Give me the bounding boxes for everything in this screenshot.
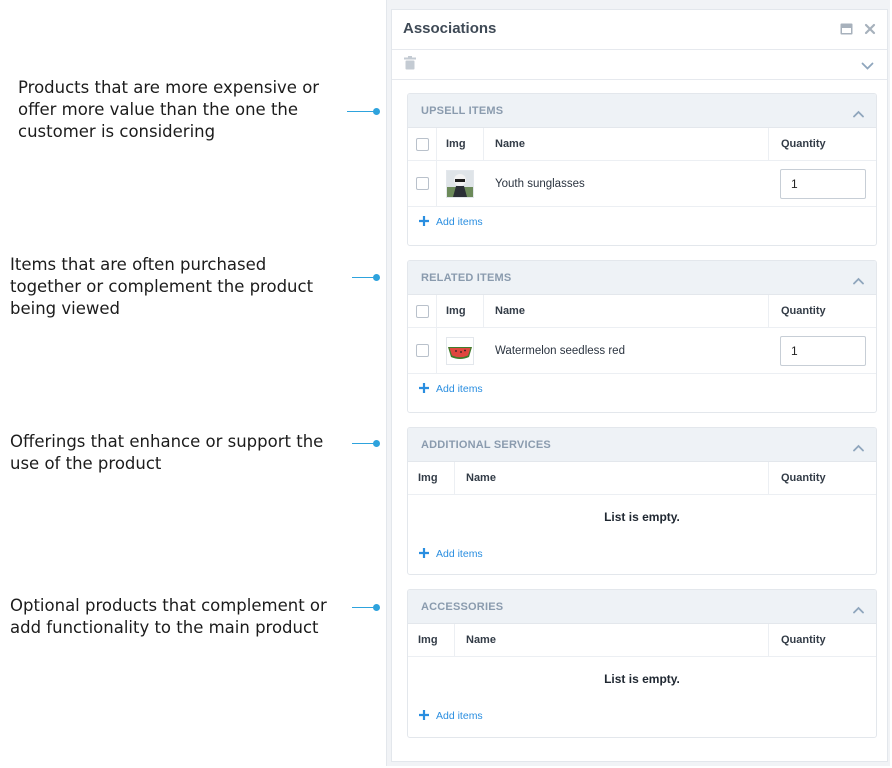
column-header-quantity: Quantity: [781, 138, 826, 150]
product-name[interactable]: Youth sunglasses: [495, 161, 585, 206]
section-header[interactable]: ADDITIONAL SERVICES: [408, 428, 876, 462]
quantity-input[interactable]: [780, 335, 866, 366]
sunglasses-thumbnail[interactable]: [446, 169, 474, 198]
leader-dot: [373, 604, 380, 611]
section-accessories: ACCESSORIES Img Name Quantity List is em…: [407, 589, 877, 738]
row-checkbox[interactable]: [416, 344, 429, 357]
associations-panel: Associations UPSELL ITEMS Img Name Quant…: [386, 0, 890, 766]
quantity-input[interactable]: [780, 168, 866, 199]
section-header[interactable]: RELATED ITEMS: [408, 261, 876, 295]
section-title: RELATED ITEMS: [421, 272, 512, 284]
section-title: ADDITIONAL SERVICES: [421, 439, 551, 451]
leader-dot: [373, 440, 380, 447]
leader-line-additional-services: [352, 440, 380, 447]
table-row: Watermelon seedless red: [408, 328, 876, 374]
table-header-row: Img Name Quantity: [408, 624, 876, 657]
add-items-link[interactable]: Add items: [408, 207, 876, 237]
plus-icon: [418, 382, 430, 397]
annotation-additional-services: Offerings that enhance or support the us…: [10, 432, 324, 473]
select-all-checkbox[interactable]: [416, 304, 429, 318]
annotation-related: Items that are often purchased together …: [10, 255, 314, 318]
chevron-up-icon[interactable]: [853, 601, 864, 619]
table-header-row: Img Name Quantity: [408, 295, 876, 328]
leader-line-related: [352, 274, 380, 281]
column-header-name: Name: [495, 138, 525, 150]
panel-header: Associations: [392, 10, 887, 50]
watermelon-thumbnail[interactable]: [446, 336, 474, 365]
plus-icon: [418, 215, 430, 230]
section-header[interactable]: UPSELL ITEMS: [408, 94, 876, 128]
table-row: Youth sunglasses: [408, 161, 876, 207]
trash-icon[interactable]: [404, 56, 416, 75]
panel-toolbar: [392, 50, 887, 80]
add-items-label: Add items: [436, 710, 483, 722]
panel-title: Associations: [403, 20, 497, 37]
add-items-link[interactable]: Add items: [408, 374, 876, 404]
section-additional-services: ADDITIONAL SERVICES Img Name Quantity Li…: [407, 427, 877, 575]
section-title: ACCESSORIES: [421, 601, 504, 613]
section-related-items: RELATED ITEMS Img Name Quantity Watermel…: [407, 260, 877, 413]
column-header-img: Img: [418, 472, 438, 484]
column-header-img: Img: [446, 305, 466, 317]
minimize-icon[interactable]: [840, 22, 853, 40]
chevron-up-icon[interactable]: [853, 439, 864, 457]
column-header-name: Name: [495, 305, 525, 317]
add-items-link[interactable]: Add items: [408, 539, 876, 569]
empty-list-message: List is empty.: [604, 672, 680, 686]
column-header-quantity: Quantity: [781, 634, 826, 646]
leader-line-accessories: [352, 604, 380, 611]
empty-list-message: List is empty.: [604, 510, 680, 524]
product-name[interactable]: Watermelon seedless red: [495, 328, 625, 373]
column-header-name: Name: [466, 472, 496, 484]
add-items-label: Add items: [436, 383, 483, 395]
annotation-upsell: Products that are more expensive or offe…: [18, 78, 320, 141]
close-icon[interactable]: [864, 22, 876, 40]
add-items-label: Add items: [436, 548, 483, 560]
chevron-up-icon[interactable]: [853, 272, 864, 290]
column-header-img: Img: [446, 138, 466, 150]
add-items-label: Add items: [436, 216, 483, 228]
leader-line-upsell: [347, 108, 380, 115]
section-title: UPSELL ITEMS: [421, 105, 504, 117]
column-header-img: Img: [418, 634, 438, 646]
row-checkbox[interactable]: [416, 177, 429, 190]
column-header-name: Name: [466, 634, 496, 646]
plus-icon: [418, 709, 430, 724]
column-header-quantity: Quantity: [781, 472, 826, 484]
column-header-quantity: Quantity: [781, 305, 826, 317]
add-items-link[interactable]: Add items: [408, 701, 876, 731]
chevron-up-icon[interactable]: [853, 105, 864, 123]
table-header-row: Img Name Quantity: [408, 462, 876, 495]
plus-icon: [418, 547, 430, 562]
select-all-checkbox[interactable]: [416, 137, 429, 151]
section-header[interactable]: ACCESSORIES: [408, 590, 876, 624]
leader-dot: [373, 108, 380, 115]
section-upsell-items: UPSELL ITEMS Img Name Quantity Youth sun…: [407, 93, 877, 246]
leader-dot: [373, 274, 380, 281]
chevron-down-icon[interactable]: [861, 58, 874, 76]
table-header-row: Img Name Quantity: [408, 128, 876, 161]
associations-card: Associations UPSELL ITEMS Img Name Quant…: [391, 9, 888, 762]
annotation-accessories: Optional products that complement or add…: [10, 596, 327, 637]
